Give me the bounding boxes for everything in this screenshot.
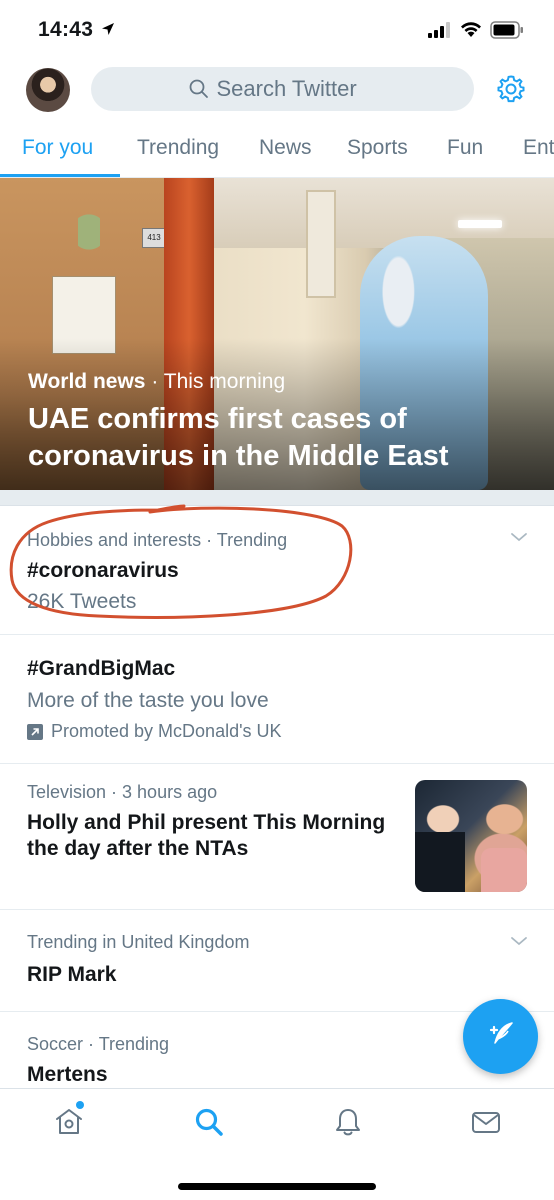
- home-icon[interactable]: [54, 1107, 84, 1142]
- trend-description: More of the taste you love: [27, 689, 269, 712]
- trend-count: 26K Tweets: [27, 590, 137, 613]
- trend-meta: Hobbies and interests · Trending: [27, 530, 288, 550]
- compose-tweet-icon: [484, 1017, 518, 1056]
- tab-trending[interactable]: Trending: [137, 128, 219, 160]
- wifi-icon: [459, 20, 483, 43]
- wall-emblem: [78, 214, 100, 274]
- chevron-down-icon[interactable]: [510, 530, 528, 548]
- hero-time: This morning: [163, 370, 286, 393]
- search-icon: [189, 79, 209, 99]
- active-tab-indicator: [0, 174, 120, 177]
- wall-frame: [306, 190, 336, 298]
- hero-separator: ·: [151, 370, 159, 393]
- tab-news[interactable]: News: [259, 128, 312, 160]
- new-content-dot: [76, 1101, 84, 1109]
- ceiling-light: [458, 220, 502, 228]
- trend-title: #coronaravirus: [27, 559, 179, 582]
- trend-item[interactable]: Trending in United Kingdom RIP Mark: [0, 910, 554, 1012]
- promoted-icon: [27, 723, 43, 740]
- bell-icon[interactable]: [333, 1107, 363, 1142]
- trend-title: #GrandBigMac: [27, 657, 176, 680]
- trend-meta: Soccer · Trending: [27, 1034, 170, 1054]
- compose-tweet-button[interactable]: [463, 999, 538, 1074]
- search-bar[interactable]: [91, 67, 474, 111]
- promoted-trend-item[interactable]: #GrandBigMac More of the taste you love …: [0, 635, 554, 764]
- chevron-down-icon[interactable]: [510, 934, 528, 952]
- cellular-signal-icon: [428, 22, 452, 43]
- room-plaque: 413: [142, 228, 166, 248]
- avatar[interactable]: [26, 68, 70, 112]
- trend-title: Mertens: [27, 1063, 108, 1086]
- hero-headline: UAE confirms first cases of coronavirus …: [28, 403, 449, 472]
- header: [0, 62, 554, 118]
- explore-tabs: For you Trending News Sports Fun Ent: [0, 128, 554, 178]
- tab-for-you[interactable]: For you: [22, 128, 93, 160]
- search-input[interactable]: [216, 76, 377, 102]
- promoted-label: Promoted by McDonald's UK: [27, 721, 282, 742]
- news-meta: Television · 3 hours ago: [27, 782, 218, 802]
- tab-sports[interactable]: Sports: [347, 128, 408, 160]
- hero-meta: World news · This morning: [28, 370, 285, 394]
- trend-item[interactable]: Hobbies and interests · Trending #corona…: [0, 506, 554, 635]
- battery-icon: [490, 21, 524, 44]
- search-icon[interactable]: [194, 1107, 224, 1142]
- bottom-nav: [0, 1088, 554, 1200]
- gear-icon[interactable]: [496, 74, 526, 109]
- status-bar: 14:43: [0, 0, 554, 62]
- news-headline: Holly and Phil present This Morning the …: [27, 811, 386, 860]
- section-divider: [0, 490, 554, 506]
- promoted-by-text: Promoted by McDonald's UK: [51, 721, 282, 741]
- hero-category: World news: [28, 370, 146, 393]
- thumbnail-dress: [481, 848, 527, 892]
- trend-title: RIP Mark: [27, 963, 117, 986]
- news-thumbnail: [415, 780, 527, 892]
- tab-fun[interactable]: Fun: [447, 128, 483, 160]
- thumbnail-suit: [415, 832, 465, 892]
- trend-meta: Trending in United Kingdom: [27, 932, 250, 952]
- home-indicator: [178, 1183, 376, 1190]
- tab-entertainment[interactable]: Ent: [523, 128, 554, 160]
- hero-story[interactable]: 413 World news · This morning UAE confir…: [0, 178, 554, 490]
- location-arrow-icon: [101, 22, 115, 41]
- mail-icon[interactable]: [471, 1107, 501, 1142]
- news-item[interactable]: Television · 3 hours ago Holly and Phil …: [0, 764, 554, 910]
- status-time: 14:43: [38, 18, 94, 41]
